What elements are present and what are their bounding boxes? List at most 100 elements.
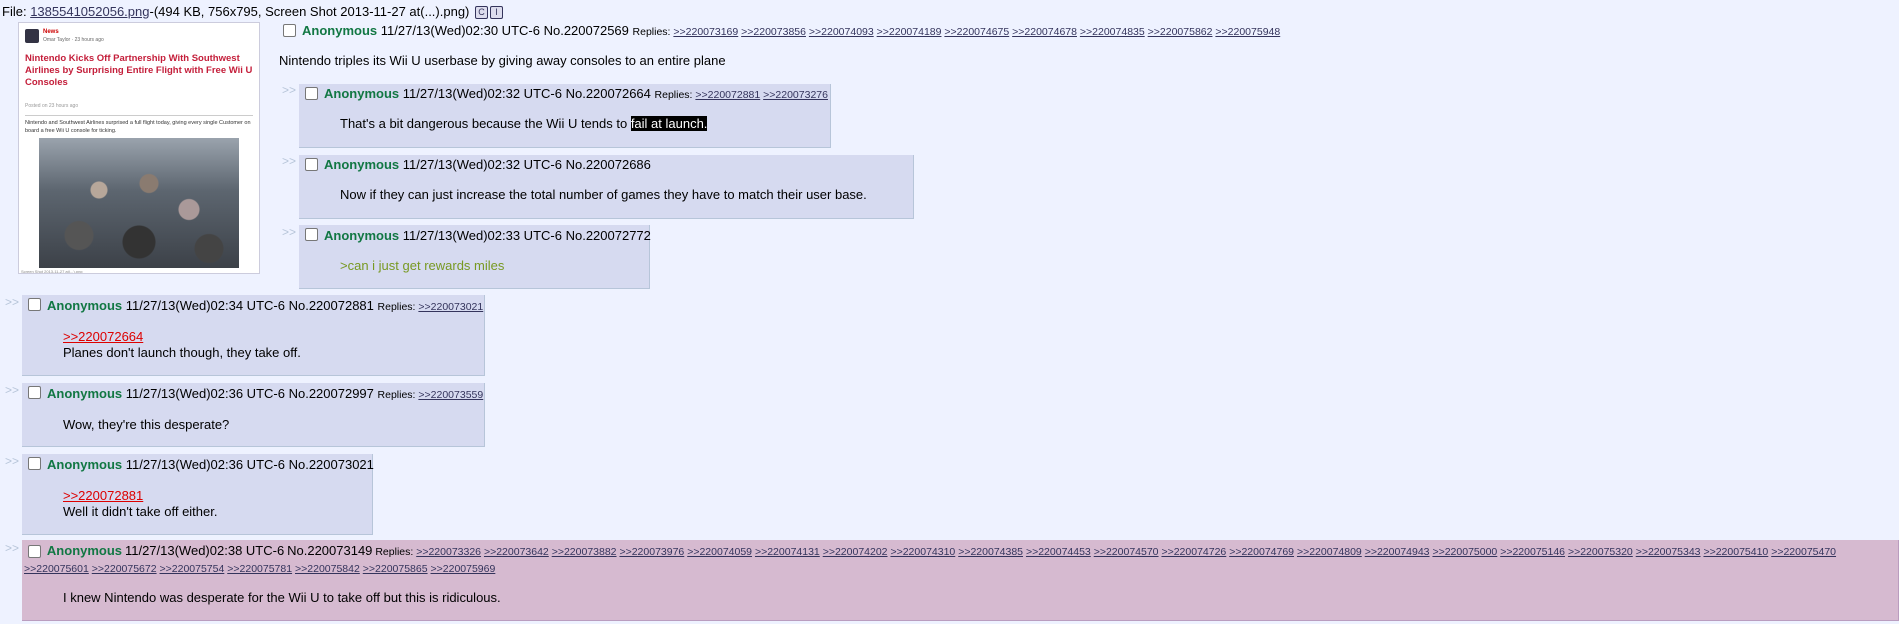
file-label: File: (2, 4, 27, 19)
reply-link[interactable]: >>220073021 (418, 301, 483, 313)
reply-link[interactable]: >>220075754 (160, 563, 225, 575)
reply-link[interactable]: >>220074570 (1094, 546, 1159, 558)
replies-label: Replies: (654, 89, 693, 101)
message-text: That's a bit dangerous because the Wii U… (340, 116, 631, 131)
post-datetime: 11/27/13(Wed)02:34 UTC-6 (125, 298, 285, 313)
reply-link[interactable]: >>220074202 (823, 546, 888, 558)
reply-link[interactable]: >>220073976 (619, 546, 684, 558)
post-number[interactable]: No.220072686 (566, 157, 651, 172)
reply-link[interactable]: >>220073559 (418, 389, 483, 401)
thumb-body: Nintendo and Southwest Airlines surprise… (25, 120, 251, 134)
reply-link[interactable]: >>220074769 (1229, 546, 1294, 558)
reply-link[interactable]: >>220074093 (809, 26, 874, 38)
poster-name: Anonymous (324, 157, 400, 172)
reply-link[interactable]: >>220074189 (877, 26, 942, 38)
highlighted-post: Anonymous 11/27/13(Wed)02:38 UTC-6 No.22… (22, 540, 1899, 621)
poster-name: Anonymous (47, 457, 123, 472)
post-datetime: 11/27/13(Wed)02:32 UTC-6 (402, 157, 562, 172)
thumb-section: News (43, 29, 59, 35)
reply-link[interactable]: >>220072881 (695, 89, 760, 101)
post-checkbox[interactable] (28, 457, 41, 470)
thumb-title: Nintendo Kicks Off Partnership With Sout… (25, 53, 253, 88)
reply-link[interactable]: >>220075781 (227, 563, 292, 575)
post-message: I knew Nintendo was desperate for the Wi… (63, 590, 501, 605)
quote-link[interactable]: >>220072664 (63, 329, 143, 344)
reply-link[interactable]: >>220074726 (1161, 546, 1226, 558)
replies-label: Replies: (377, 389, 416, 401)
reply-link[interactable]: >>220074943 (1365, 546, 1430, 558)
reply-link[interactable]: >>220075842 (295, 563, 360, 575)
post-checkbox[interactable] (305, 158, 318, 171)
file-link[interactable]: 1385541052056.png (30, 4, 149, 19)
reply-link[interactable]: >>220075343 (1636, 546, 1701, 558)
reply-link[interactable]: >>220073882 (552, 546, 617, 558)
reply-link[interactable]: >>220075865 (363, 563, 428, 575)
reply-link[interactable]: >>220075672 (92, 563, 157, 575)
reply-link[interactable]: >>220075948 (1215, 26, 1280, 38)
post-datetime: 11/27/13(Wed)02:36 UTC-6 (125, 457, 285, 472)
post-message: Wow, they're this desperate? (63, 417, 230, 432)
reply-link[interactable]: >>220075146 (1500, 546, 1565, 558)
image-search-icon[interactable]: I (490, 6, 504, 20)
reply-link[interactable]: >>220074453 (1026, 546, 1091, 558)
reply-link[interactable]: >>220075410 (1703, 546, 1768, 558)
post-number[interactable]: No.220072772 (566, 228, 651, 243)
reply-post: Anonymous 11/27/13(Wed)02:32 UTC-6 No.22… (299, 84, 831, 148)
reply-link[interactable]: >>220074835 (1080, 26, 1145, 38)
reply-arrows: >> (5, 454, 20, 468)
reply-link[interactable]: >>220074385 (958, 546, 1023, 558)
reply-link[interactable]: >>220075969 (431, 563, 496, 575)
google-search-icon[interactable]: C (475, 6, 489, 20)
quote-link[interactable]: >>220072881 (63, 488, 143, 503)
post-message: Well it didn't take off either. (63, 504, 218, 519)
reply-link[interactable]: >>220074131 (755, 546, 820, 558)
post-header: Anonymous 11/27/13(Wed)02:36 UTC-6 No.22… (47, 386, 483, 401)
post-checkbox[interactable] (28, 298, 41, 311)
reply-link[interactable]: >>220073856 (741, 26, 806, 38)
replies-label: Replies: (632, 26, 671, 38)
reply-link[interactable]: >>220074809 (1297, 546, 1362, 558)
post-checkbox[interactable] (305, 228, 318, 241)
post-datetime: 11/27/13(Wed)02:38 UTC-6 (124, 543, 285, 558)
reply-arrows: >> (5, 295, 20, 309)
post-number[interactable]: No.220072569 (544, 23, 629, 38)
replies-label: Replies: (377, 301, 416, 313)
reply-link[interactable]: >>220073642 (484, 546, 549, 558)
post-number[interactable]: No.220072881 (289, 298, 374, 313)
op-header: Anonymous 11/27/13(Wed)02:30 UTC-6 No.22… (302, 23, 1280, 38)
reply-arrows: >> (5, 383, 20, 397)
post-number[interactable]: No.220073021 (289, 457, 374, 472)
reply-arrows: >> (282, 225, 297, 239)
poster-name: Anonymous (47, 386, 123, 401)
thumb-author: Omar Taylor · 23 hours ago (43, 37, 104, 43)
poster-name: Anonymous (47, 298, 123, 313)
reply-link[interactable]: >>220075470 (1771, 546, 1836, 558)
reply-link[interactable]: >>220075320 (1568, 546, 1633, 558)
post-header: Anonymous 11/27/13(Wed)02:36 UTC-6 No.22… (47, 457, 374, 472)
reply-link[interactable]: >>220075000 (1432, 546, 1497, 558)
replies-label: Replies: (375, 546, 414, 558)
reply-link[interactable]: >>220074675 (944, 26, 1009, 38)
post-number[interactable]: No.220072664 (566, 86, 651, 101)
thumb-meta: Posted on 23 hours ago (25, 103, 79, 109)
post-checkbox[interactable] (28, 386, 41, 399)
reply-link[interactable]: >>220075862 (1148, 26, 1213, 38)
op-checkbox[interactable] (283, 24, 296, 37)
op-thumbnail[interactable]: News Omar Taylor · 23 hours ago Nintendo… (18, 22, 260, 274)
reply-link[interactable]: >>220073169 (673, 26, 738, 38)
reply-link[interactable]: >>220073276 (763, 89, 828, 101)
post-number[interactable]: No.220073149 (287, 543, 372, 558)
reply-arrows: >> (282, 154, 297, 168)
reply-post: Anonymous 11/27/13(Wed)02:33 UTC-6 No.22… (299, 225, 651, 289)
reply-link[interactable]: >>220074059 (687, 546, 752, 558)
reply-link[interactable]: >>220074678 (1012, 26, 1077, 38)
file-info: File: 1385541052056.png-(494 KB, 756x795… (2, 4, 504, 20)
reply-link[interactable]: >>220073326 (416, 546, 481, 558)
post-number[interactable]: No.220072997 (289, 386, 374, 401)
post-checkbox[interactable] (305, 87, 318, 100)
post-header: Anonymous 11/27/13(Wed)02:33 UTC-6 No.22… (324, 228, 651, 243)
reply-arrows: >> (5, 541, 20, 555)
poster-name: Anonymous (46, 543, 123, 558)
reply-link[interactable]: >>220075601 (24, 563, 89, 575)
reply-link[interactable]: >>220074310 (890, 546, 955, 558)
